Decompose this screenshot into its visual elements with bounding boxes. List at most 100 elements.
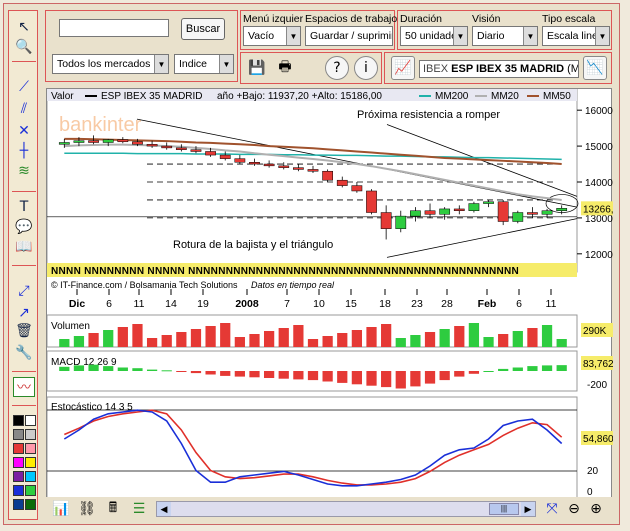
fit-icon[interactable]: ⤧ [542, 498, 562, 520]
color-swatch-black[interactable] [13, 415, 24, 426]
parallel-lines-icon[interactable]: ⤢ [13, 281, 35, 301]
search-input[interactable] [59, 19, 169, 37]
chart-next-icon[interactable]: 📉 [583, 56, 607, 80]
tools-icon[interactable]: 🔧 [13, 343, 35, 363]
view-select-value: Diario [477, 30, 505, 42]
price-last-value: 13266,7 [583, 204, 613, 215]
search-button[interactable]: Buscar [181, 18, 225, 40]
trendline-icon[interactable]: ⟋ [13, 77, 35, 97]
chevron-down-icon: ▼ [453, 27, 467, 45]
info-icon[interactable]: i [354, 56, 378, 80]
xaxis-label: 14 [165, 298, 177, 310]
left-toolbar: ↖ 🔍 ⟋ ⫽ ✕ ┼ ≋ T 💬 📖 ⤢ ↗ 🗑 🔧 〰 [8, 10, 38, 520]
candle-body [541, 210, 553, 215]
volume-bar [88, 333, 99, 347]
candle-body [146, 144, 158, 147]
type-select[interactable]: Indice ▼ [174, 54, 234, 74]
view-select[interactable]: Diario ▼ [472, 26, 538, 46]
candle-body [58, 142, 70, 145]
color-swatch-magenta[interactable] [13, 457, 24, 468]
xaxis-label: 7 [284, 298, 290, 310]
xaxis-label: Feb [478, 298, 497, 310]
volume-bar [556, 339, 567, 347]
volume-bar [220, 323, 231, 347]
scroll-right-button[interactable]: ▶ [521, 502, 535, 516]
instrument-code: IBEX [423, 63, 449, 75]
volume-bar [161, 335, 172, 347]
color-swatch-navy[interactable] [13, 499, 24, 510]
calculator-icon[interactable]: 🖩 [102, 498, 124, 520]
layers-icon[interactable]: ☰ [128, 498, 150, 520]
zoom-in-icon[interactable]: ⊕ [586, 498, 606, 520]
indicator-chart-icon[interactable]: 〰 [13, 377, 35, 397]
vertical-line-icon[interactable]: ┼ [13, 141, 35, 161]
macd-bar [190, 371, 202, 374]
horizontal-scrollbar[interactable]: ◀ ||| ▶ [156, 501, 536, 517]
save-icon[interactable]: 💾 [245, 56, 269, 80]
print-icon[interactable]: 🖶 [273, 56, 297, 80]
candle-body [161, 145, 173, 149]
trash-icon[interactable]: 🗑 [13, 321, 35, 341]
scroll-left-button[interactable]: ◀ [157, 502, 171, 516]
zoom-out-icon[interactable]: ⊖ [564, 498, 584, 520]
signal-row-text: NNNN NNNNNNNN NNNNN NNNNNNNNNNNNNNNNNNNN… [51, 266, 519, 277]
macd-bar [337, 371, 348, 383]
candle-body [512, 212, 524, 222]
zoom-in-icon[interactable]: 🔍 [13, 37, 35, 57]
candle-body [527, 212, 538, 215]
color-swatch-yellow[interactable] [25, 457, 36, 468]
channel-icon[interactable]: ⫽ [13, 99, 35, 119]
scroll-thumb[interactable]: ||| [489, 503, 519, 515]
crosshair-icon[interactable]: ✕ [13, 121, 35, 141]
volume-bar [103, 330, 114, 347]
color-swatch-gray[interactable] [13, 429, 24, 440]
duration-select[interactable]: 50 unidades ▼ [400, 26, 468, 46]
view-panel: Duración Visión Tipo escala 50 unidades ▼… [397, 10, 612, 50]
macd-bar [278, 371, 289, 379]
color-swatch-darkgreen[interactable] [25, 499, 36, 510]
chart-area[interactable]: Valor ESP IBEX 35 MADRID año +Bajo: 1193… [46, 88, 620, 500]
macd-bar [161, 370, 172, 372]
volume-bar [176, 332, 187, 347]
fibonacci-icon[interactable]: ≋ [13, 161, 35, 181]
candle-body [278, 165, 290, 168]
candle-body [263, 163, 275, 167]
color-swatch-green[interactable] [25, 485, 36, 496]
text-tool-icon[interactable]: T [13, 197, 35, 217]
macd-bar [541, 365, 553, 371]
color-swatch-pink[interactable] [25, 443, 36, 454]
color-swatch-purple[interactable] [13, 471, 24, 482]
volume-bar [454, 326, 465, 347]
spaces-select[interactable]: Guardar / suprimir [305, 26, 393, 46]
instrument-field[interactable]: IBEX ESP IBEX 35 MADRID (Me [419, 60, 579, 78]
chart-type-icon[interactable]: 📊 [50, 498, 72, 520]
cursor-icon[interactable]: ↖ [13, 17, 35, 37]
color-swatch-white[interactable] [25, 415, 36, 426]
price-ytick-label: 16000 [585, 106, 613, 117]
volume-bar [205, 326, 216, 347]
search-panel: Buscar Todos los mercados ▼ Indice ▼ [45, 10, 238, 82]
scale-select[interactable]: Escala lineal ▼ [542, 26, 610, 46]
chart-prev-icon[interactable]: 📈 [391, 56, 415, 80]
color-swatch-red[interactable] [13, 443, 24, 454]
candle-body [249, 162, 260, 165]
link-icon[interactable]: ⛓ [76, 498, 98, 520]
candle-body [424, 210, 436, 215]
macd-bar [103, 366, 114, 371]
color-swatch-blue[interactable] [13, 485, 24, 496]
candle-body [190, 149, 202, 152]
instrument-panel: 📈 IBEX ESP IBEX 35 MADRID (Me 📉 [384, 52, 612, 84]
color-swatch-lightgray[interactable] [25, 429, 36, 440]
macd-bar [263, 371, 275, 378]
stoch-ytick-20: 20 [587, 466, 599, 477]
menu-select[interactable]: Vacío ▼ [243, 26, 301, 46]
volume-bar [190, 329, 202, 347]
duration-label: Duración [400, 13, 443, 25]
market-select[interactable]: Todos los mercados ▼ [52, 54, 169, 74]
arrow-tool-icon[interactable]: ↗ [13, 303, 35, 323]
book-icon[interactable]: 📖 [13, 237, 35, 257]
comment-icon[interactable]: 💬 [13, 217, 35, 237]
help-icon[interactable]: ? [325, 56, 349, 80]
macd-bar [498, 368, 509, 371]
color-swatch-cyan[interactable] [25, 471, 36, 482]
